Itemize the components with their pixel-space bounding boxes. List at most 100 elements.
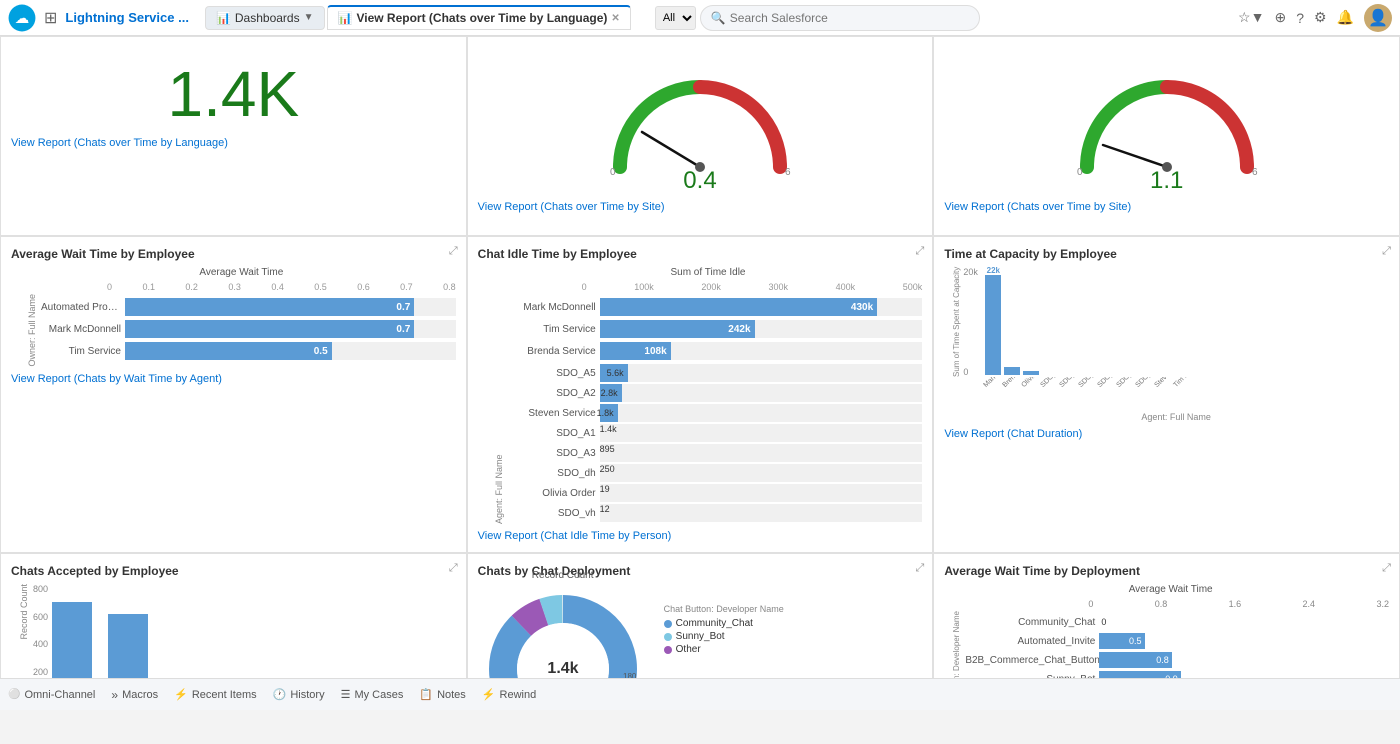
table-row	[1042, 374, 1058, 375]
x-label: Steven Servi...	[1154, 377, 1170, 389]
bar-label: SDO_A3	[508, 448, 596, 459]
view-report-site-2[interactable]: View Report (Chats over Time by Site)	[944, 201, 1389, 213]
bottom-my-cases[interactable]: ☰ My Cases	[341, 688, 404, 701]
view-report-chat-idle[interactable]: View Report (Chat Idle Time by Person)	[478, 530, 923, 542]
search-filter[interactable]: All	[655, 6, 696, 30]
avg-wait-deploy-expand[interactable]: ⤢	[1382, 562, 1391, 575]
chat-dashboard-close[interactable]: ✕	[611, 13, 619, 24]
svg-text:1.4k: 1.4k	[547, 660, 578, 677]
bar-container: 0	[1099, 614, 1389, 630]
table-row: Automated_Invite 0.5	[965, 633, 1389, 649]
bar-fill: 0.5	[1099, 633, 1144, 649]
bottom-bar: ⚪ Omni-Channel » Macros ⚡ Recent Items 🕐…	[0, 678, 1400, 710]
x-label: SDO_A5	[1097, 377, 1113, 389]
table-row: Tim Service 0.5	[41, 342, 456, 360]
bottom-notes[interactable]: 📋 Notes	[419, 688, 465, 701]
view-report-time-capacity[interactable]: View Report (Chat Duration)	[944, 428, 1389, 440]
bar-label: Community_Chat	[965, 617, 1095, 628]
y-tick: 600	[33, 612, 48, 622]
table-row	[108, 614, 148, 678]
add-icon[interactable]: ⊕	[1274, 9, 1286, 26]
notification-icon[interactable]: 🔔	[1337, 9, 1354, 26]
favorites-icon[interactable]: ☆▼	[1238, 9, 1264, 26]
chat-idle-axis: 0100k200k300k400k500k	[494, 282, 923, 292]
bottom-rewind[interactable]: ⚡ Rewind	[482, 688, 536, 701]
avg-wait-title: Average Wait Time by Employee	[11, 247, 195, 261]
tab-chat-dashboard[interactable]: 📊 View Report (Chats over Time by Langua…	[327, 5, 631, 30]
view-report-avg-wait[interactable]: View Report (Chats by Wait Time by Agent…	[11, 373, 456, 385]
recent-items-label: Recent Items	[192, 689, 257, 701]
bottom-macros[interactable]: » Macros	[111, 688, 158, 702]
rewind-label: Rewind	[500, 689, 537, 701]
tab-dashboards[interactable]: 📊 Dashboards ▼	[205, 6, 325, 30]
row-2-cards: Average Wait Time by Employee ⤢ Average …	[0, 236, 1400, 553]
bar-fill: 0.5	[125, 342, 332, 360]
view-report-language[interactable]: View Report (Chats over Time by Language…	[11, 137, 456, 149]
chat-idle-title: Chat Idle Time by Employee	[478, 247, 637, 261]
x-label: SDO_A1	[1040, 377, 1056, 389]
legend-color	[664, 620, 672, 628]
avg-wait-card: Average Wait Time by Employee ⤢ Average …	[0, 236, 467, 553]
top-card-site-2: 0 6 1.1 View Report (Chats over Time by …	[933, 36, 1400, 236]
help-icon[interactable]: ?	[1296, 10, 1304, 26]
avg-wait-deploy-y-label: Chat Button: Developer Name	[952, 611, 961, 678]
bottom-recent-items[interactable]: ⚡ Recent Items	[174, 688, 257, 701]
y-tick: 200	[33, 667, 48, 677]
time-capacity-title: Time at Capacity by Employee	[944, 247, 1117, 261]
search-input[interactable]	[730, 11, 969, 25]
deployment-legend: Chat Button: Developer Name Community_Ch…	[664, 584, 784, 657]
table-row: Mark McDonnell 430k	[508, 298, 923, 316]
big-number-value: 1.4K	[168, 58, 300, 130]
bar-container: 0.5	[125, 342, 456, 360]
avg-wait-chart-title: Average Wait Time	[27, 267, 456, 278]
bar-label: SDO_vh	[508, 508, 596, 519]
x-label: Brenda Ser...	[1002, 377, 1018, 389]
chats-accepted-expand[interactable]: ⤢	[449, 562, 458, 575]
avg-wait-expand[interactable]: ⤢	[449, 245, 458, 258]
time-capacity-card: Time at Capacity by Employee ⤢ Sum of Ti…	[933, 236, 1400, 553]
app-grid-icon[interactable]: ⊞	[44, 8, 57, 28]
bar-value: 250	[600, 464, 923, 474]
avatar[interactable]: 👤	[1364, 4, 1392, 32]
dashboards-tab-dropdown[interactable]: ▼	[304, 12, 314, 23]
time-capacity-expand[interactable]: ⤢	[1382, 245, 1391, 258]
capacity-x-labels: Mark McD... Brenda Ser... Olivia Order S…	[963, 377, 1389, 390]
svg-text:6: 6	[785, 167, 791, 177]
view-report-site-1[interactable]: View Report (Chats over Time by Site)	[478, 201, 923, 213]
bar-label: Tim Service	[41, 346, 121, 357]
table-row	[1099, 374, 1115, 375]
avg-wait-deploy-axis: 00.81.62.43.2	[952, 599, 1389, 609]
table-row	[1023, 371, 1039, 375]
legend-color	[664, 646, 672, 654]
bar-label: Automated_Invite	[965, 636, 1095, 647]
table-row: Brenda Service 108k	[508, 342, 923, 360]
avg-wait-deploy-chart-title: Average Wait Time	[952, 584, 1389, 595]
gauge-chart-2: 0 6	[1067, 67, 1267, 177]
settings-icon[interactable]: ⚙	[1314, 9, 1327, 26]
chats-accepted-title: Chats Accepted by Employee	[11, 564, 179, 578]
table-row: Automated Process 0.7	[41, 298, 456, 316]
bar-fill	[52, 602, 92, 678]
bottom-history[interactable]: 🕐 History	[273, 688, 325, 701]
bar-label: Tim Service	[508, 324, 596, 335]
legend-label: Community_Chat	[676, 618, 753, 629]
bottom-omni-channel[interactable]: ⚪ Omni-Channel	[8, 689, 95, 701]
chats-deployment-expand[interactable]: ⤢	[916, 562, 925, 575]
y-tick: 800	[33, 584, 48, 594]
bar-fill: 2.8k	[600, 384, 622, 402]
bar-label: Brenda Service	[508, 346, 596, 357]
dashboards-icon: 📊	[216, 11, 231, 25]
salesforce-logo[interactable]: ☁	[8, 4, 36, 32]
my-cases-icon: ☰	[341, 688, 351, 701]
bar-container: 250	[600, 464, 923, 482]
svg-text:0: 0	[610, 167, 616, 177]
bar-fill	[1004, 367, 1020, 375]
table-row: 22k	[985, 266, 1001, 375]
list-item: Sunny_Bot	[664, 631, 784, 642]
avg-wait-deploy-card: Average Wait Time by Deployment ⤢ Averag…	[933, 553, 1400, 678]
chats-accepted-card: Chats Accepted by Employee ⤢ Record Coun…	[0, 553, 467, 678]
bar-container: 12	[600, 504, 923, 522]
bar-container: 0.7	[125, 320, 456, 338]
chat-idle-expand[interactable]: ⤢	[916, 245, 925, 258]
chat-idle-chart-title: Sum of Time Idle	[494, 267, 923, 278]
